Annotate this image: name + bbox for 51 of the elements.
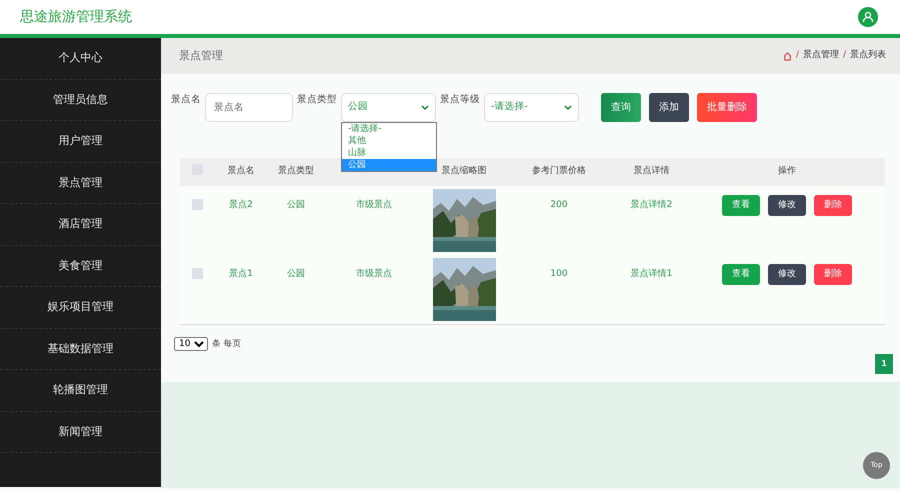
breadcrumb-separator: / xyxy=(796,49,799,62)
row-checkbox[interactable] xyxy=(192,268,202,279)
sidebar-item[interactable]: 用户管理 xyxy=(0,121,161,162)
breadcrumb-link[interactable]: 景点管理 xyxy=(802,49,839,63)
field-label: 景点等级 xyxy=(440,93,480,107)
field-label: 景点名 xyxy=(171,93,201,107)
type-select[interactable]: 公园 xyxy=(341,93,436,122)
breadcrumb-separator: / xyxy=(842,49,846,62)
sidebar-item[interactable]: 美食管理 xyxy=(0,246,161,287)
breadcrumb-link[interactable]: 景点列表 xyxy=(850,49,886,63)
table-cell-text: 公园 xyxy=(286,268,306,281)
dropdown-option[interactable]: 山脉 xyxy=(342,147,436,159)
level-select[interactable]: -请选择- xyxy=(484,93,579,122)
dropdown-option[interactable]: -请选择- xyxy=(342,123,436,135)
table-cell-text: 景点1 xyxy=(228,268,254,281)
app-title: 思途旅游管理系统 xyxy=(20,8,132,26)
page-button[interactable]: 1 xyxy=(875,354,893,374)
sidebar-item[interactable]: 基础数据管理 xyxy=(0,328,161,370)
dropdown-option[interactable]: 其他 xyxy=(342,135,436,147)
page-size-label: 条 每页 xyxy=(212,338,242,350)
column-header: 景点类型 xyxy=(277,165,315,178)
sidebar-item[interactable]: 景点管理 xyxy=(0,162,161,204)
column-header: 操作 xyxy=(777,165,797,178)
detail-link[interactable]: 景点详情2 xyxy=(630,200,672,210)
name-input[interactable]: 景点名 xyxy=(205,93,293,122)
detail-link[interactable]: 景点详情1 xyxy=(630,269,672,279)
table-cell-text: 公园 xyxy=(286,198,306,212)
table-cell-text: 景点2 xyxy=(228,198,254,212)
field-label: 景点类型 xyxy=(297,93,337,107)
edit-button[interactable]: 修改 xyxy=(768,195,806,216)
column-header: 景点名 xyxy=(226,165,256,178)
page-size-select[interactable]: 10 xyxy=(174,337,208,351)
row-checkbox[interactable] xyxy=(192,199,202,210)
add-button[interactable]: 添加 xyxy=(649,93,689,122)
sidebar-item[interactable]: 管理员信息 xyxy=(0,80,161,121)
column-header: 参考门票价格 xyxy=(531,165,587,178)
column-header: 景点缩略图 xyxy=(440,165,488,178)
column-header: 景点详情 xyxy=(632,165,670,178)
user-avatar-icon[interactable] xyxy=(858,7,878,27)
page-title: 景点管理 xyxy=(179,48,223,64)
home-icon[interactable] xyxy=(782,52,792,60)
table-cell-text: 200 xyxy=(549,199,569,212)
table-cell-text: 100 xyxy=(549,268,569,281)
sidebar-item[interactable]: 酒店管理 xyxy=(0,204,161,246)
sidebar-item[interactable]: 娱乐项目管理 xyxy=(0,287,161,328)
table-cell-text: 市级景点 xyxy=(355,268,393,281)
chevron-icon xyxy=(421,104,429,110)
search-button[interactable]: 查询 xyxy=(601,93,641,122)
edit-button[interactable]: 修改 xyxy=(768,264,806,285)
chevron-icon xyxy=(564,104,572,110)
table-cell-text: 市级景点 xyxy=(355,198,393,212)
